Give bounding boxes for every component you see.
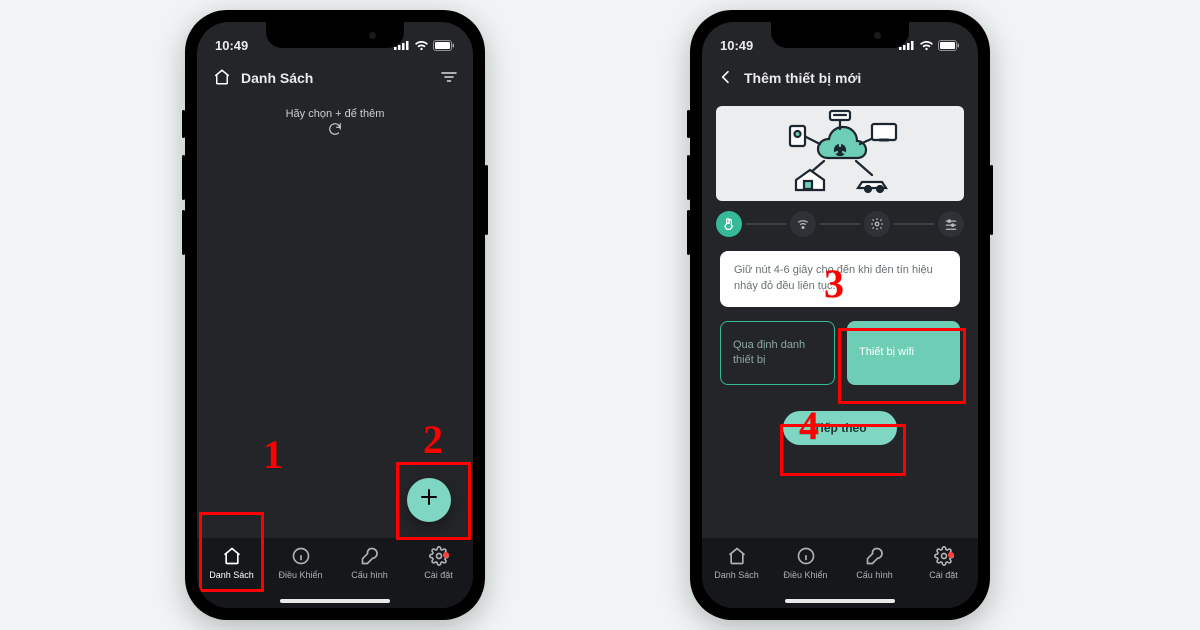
tab-settings[interactable]: Cài đặt bbox=[909, 546, 978, 580]
option-label: Thiết bị wifi bbox=[859, 345, 914, 360]
iot-illustration-icon bbox=[760, 108, 920, 200]
wizard-steps bbox=[716, 211, 964, 237]
gear-icon bbox=[934, 546, 954, 566]
status-time: 10:49 bbox=[215, 38, 248, 53]
tab-label: Cấu hình bbox=[856, 570, 893, 580]
wifi-icon bbox=[414, 40, 429, 51]
next-label: Tiếp theo bbox=[813, 421, 866, 435]
battery-icon bbox=[433, 40, 455, 51]
tab-config[interactable]: Cấu hình bbox=[335, 546, 404, 580]
annotation-number-3: 3 bbox=[824, 260, 844, 307]
wrench-icon bbox=[865, 546, 885, 566]
annotation-number-2: 2 bbox=[423, 416, 443, 463]
page-title: Danh Sách bbox=[241, 70, 313, 86]
phone-mockup-left: 10:49 Danh Sách Hãy chọn + để thêm bbox=[185, 10, 485, 620]
notification-dot bbox=[443, 552, 449, 558]
notch bbox=[266, 22, 404, 48]
home-indicator bbox=[280, 599, 390, 603]
tab-label: Điều Khiển bbox=[783, 570, 827, 580]
filter-icon[interactable] bbox=[441, 70, 457, 87]
notification-dot bbox=[948, 552, 954, 558]
add-device-fab[interactable] bbox=[407, 478, 451, 522]
tab-label: Cài đặt bbox=[424, 570, 453, 580]
tab-label: Cài đặt bbox=[929, 570, 958, 580]
status-time: 10:49 bbox=[720, 38, 753, 53]
wizard-step-hold[interactable] bbox=[716, 211, 742, 237]
wrench-icon bbox=[360, 546, 380, 566]
tab-config[interactable]: Cấu hình bbox=[840, 546, 909, 580]
tab-control[interactable]: Điều Khiển bbox=[266, 546, 335, 580]
empty-hint-text: Hãy chọn + để thêm bbox=[197, 98, 473, 122]
plus-icon bbox=[419, 487, 439, 513]
option-identify-device[interactable]: Qua định danh thiết bị bbox=[720, 321, 835, 385]
back-icon[interactable] bbox=[718, 69, 734, 88]
tab-list[interactable]: Danh Sách bbox=[702, 546, 771, 580]
tab-bar: Danh Sách Điều Khiển Cấu hình bbox=[197, 538, 473, 608]
wizard-step-wifi[interactable] bbox=[790, 211, 816, 237]
gear-icon bbox=[429, 546, 449, 566]
option-wifi-device[interactable]: Thiết bị wifi bbox=[847, 321, 960, 385]
wifi-icon bbox=[919, 40, 934, 51]
info-icon bbox=[291, 546, 311, 566]
tab-label: Điều Khiển bbox=[278, 570, 322, 580]
tab-label: Cấu hình bbox=[351, 570, 388, 580]
wizard-step-finish[interactable] bbox=[938, 211, 964, 237]
wizard-step-settings[interactable] bbox=[864, 211, 890, 237]
battery-icon bbox=[938, 40, 960, 51]
annotation-number-1: 1 bbox=[263, 431, 283, 478]
home-icon bbox=[213, 68, 231, 89]
info-icon bbox=[796, 546, 816, 566]
home-icon bbox=[727, 546, 747, 566]
page-title: Thêm thiết bị mới bbox=[744, 70, 861, 86]
notch bbox=[771, 22, 909, 48]
tab-bar: Danh Sách Điều Khiển Cấu hình bbox=[702, 538, 978, 608]
tab-list[interactable]: Danh Sách bbox=[197, 546, 266, 580]
refresh-icon[interactable] bbox=[328, 122, 342, 139]
tab-label: Danh Sách bbox=[714, 570, 759, 580]
illustration-card bbox=[716, 106, 964, 201]
home-indicator bbox=[785, 599, 895, 603]
annotation-number-4: 4 bbox=[799, 402, 819, 449]
tab-label: Danh Sách bbox=[209, 570, 254, 580]
tab-control[interactable]: Điều Khiển bbox=[771, 546, 840, 580]
option-label: Qua định danh thiết bị bbox=[733, 338, 822, 368]
home-icon bbox=[222, 546, 242, 566]
tab-settings[interactable]: Cài đặt bbox=[404, 546, 473, 580]
phone-mockup-right: 10:49 Thêm thiết bị mới bbox=[690, 10, 990, 620]
